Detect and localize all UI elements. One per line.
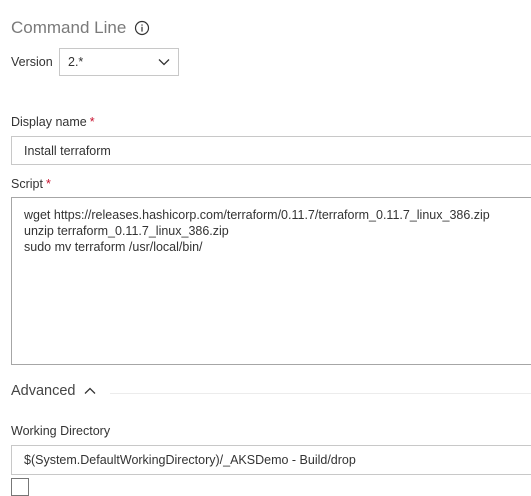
script-label: Script (11, 177, 43, 191)
page-title: Command Line (11, 18, 127, 37)
working-directory-value: $(System.DefaultWorkingDirectory)/_AKSDe… (24, 453, 356, 467)
required-marker: * (45, 177, 51, 191)
display-name-label-row: Display name * (11, 115, 95, 129)
display-name-input[interactable]: Install terraform (11, 136, 531, 165)
checkbox[interactable] (11, 478, 29, 496)
working-directory-input[interactable]: $(System.DefaultWorkingDirectory)/_AKSDe… (11, 445, 531, 475)
version-label: Version (11, 55, 53, 69)
script-line: unzip terraform_0.11.7_linux_386.zip (24, 224, 229, 238)
version-select[interactable]: 2.* (59, 48, 179, 76)
working-directory-label: Working Directory (11, 424, 111, 438)
chevron-down-icon (158, 55, 170, 69)
advanced-section-toggle[interactable]: Advanced (11, 383, 96, 399)
required-marker: * (89, 115, 95, 129)
script-label-row: Script * (11, 177, 51, 191)
display-name-label: Display name (11, 115, 87, 129)
version-selected-value: 2.* (68, 55, 84, 69)
chevron-up-icon (84, 383, 96, 399)
script-textarea[interactable]: wget https://releases.hashicorp.com/terr… (11, 197, 531, 365)
info-icon[interactable] (134, 20, 150, 36)
page-title-row: Command Line (11, 18, 150, 38)
script-line: wget https://releases.hashicorp.com/terr… (24, 208, 490, 222)
section-divider (110, 393, 531, 394)
script-line: sudo mv terraform /usr/local/bin/ (24, 240, 203, 254)
display-name-value: Install terraform (24, 143, 111, 158)
advanced-label: Advanced (11, 383, 76, 399)
